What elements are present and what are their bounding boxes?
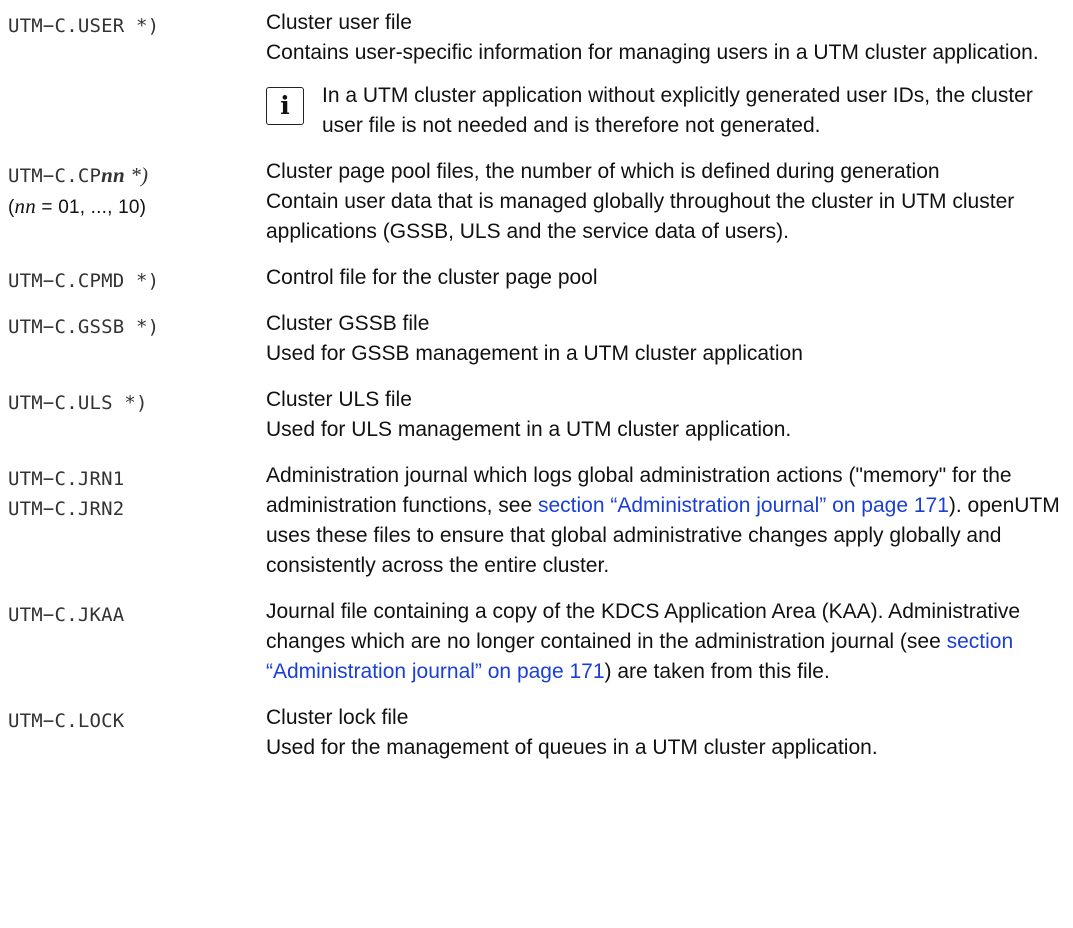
file-text: Used for ULS management in a UTM cluster… bbox=[266, 418, 792, 441]
file-name: UTM−C.LOCK bbox=[8, 710, 125, 732]
file-description: Cluster user file Contains user-specific… bbox=[266, 8, 1063, 141]
file-entry-cpmd: UTM−C.CPMD *) Control file for the clust… bbox=[8, 263, 1063, 293]
note-text: In a UTM cluster application without exp… bbox=[322, 84, 1033, 137]
file-description: Journal file containing a copy of the KD… bbox=[266, 597, 1063, 687]
file-name-suffix: *) bbox=[124, 163, 149, 187]
file-name-2: UTM−C.JRN2 bbox=[8, 498, 125, 520]
file-name: UTM−C.USER *) bbox=[8, 15, 160, 37]
file-text: Used for the management of queues in a U… bbox=[266, 736, 878, 759]
file-entry-user: UTM−C.USER *) Cluster user file Contains… bbox=[8, 8, 1063, 141]
info-icon: i bbox=[266, 87, 304, 125]
file-name: UTM−C.JRN1 UTM−C.JRN2 bbox=[8, 464, 258, 524]
file-text: Contains user-specific information for m… bbox=[266, 41, 1039, 64]
file-text: Administration journal which logs global… bbox=[266, 464, 1060, 577]
admin-journal-link[interactable]: section “Administration journal” on page… bbox=[538, 494, 949, 517]
file-text: Used for GSSB management in a UTM cluste… bbox=[266, 342, 803, 365]
file-title: Cluster page pool files, the number of w… bbox=[266, 160, 940, 183]
file-entry-uls: UTM−C.ULS *) Cluster ULS file Used for U… bbox=[8, 385, 1063, 445]
file-title: Cluster lock file bbox=[266, 706, 409, 729]
file-text: Contain user data that is managed global… bbox=[266, 190, 1015, 243]
file-title: Cluster GSSB file bbox=[266, 312, 430, 335]
file-text: Journal file containing a copy of the KD… bbox=[266, 600, 1021, 683]
file-entry-jkaa: UTM−C.JKAA Journal file containing a cop… bbox=[8, 597, 1063, 687]
file-description: Control file for the cluster page pool bbox=[266, 263, 1063, 293]
file-name: UTM−C.GSSB *) bbox=[8, 316, 160, 338]
file-description: Cluster page pool files, the number of w… bbox=[266, 157, 1063, 247]
document-page: UTM−C.USER *) Cluster user file Contains… bbox=[8, 8, 1063, 763]
file-entry-lock: UTM−C.LOCK Cluster lock file Used for th… bbox=[8, 703, 1063, 763]
file-description: Cluster ULS file Used for ULS management… bbox=[266, 385, 1063, 445]
file-name: UTM−C.CPnn *) (nn = 01, ..., 10) bbox=[8, 160, 258, 223]
file-description: Cluster GSSB file Used for GSSB manageme… bbox=[266, 309, 1063, 369]
file-title: Cluster user file bbox=[266, 11, 412, 34]
file-title: Cluster ULS file bbox=[266, 388, 412, 411]
file-number-range: (nn = 01, ..., 10) bbox=[8, 194, 147, 218]
file-entry-gssb: UTM−C.GSSB *) Cluster GSSB file Used for… bbox=[8, 309, 1063, 369]
file-name-variable: nn bbox=[101, 163, 125, 187]
file-description: Cluster lock file Used for the managemen… bbox=[266, 703, 1063, 763]
file-name: UTM−C.JKAA bbox=[8, 604, 125, 626]
file-name: UTM−C.ULS *) bbox=[8, 392, 148, 414]
file-entry-cpnn: UTM−C.CPnn *) (nn = 01, ..., 10) Cluster… bbox=[8, 157, 1063, 247]
file-name: UTM−C.CPMD *) bbox=[8, 270, 160, 292]
file-name-prefix: UTM−C.CP bbox=[8, 165, 102, 187]
file-name-1: UTM−C.JRN1 bbox=[8, 468, 125, 490]
file-description: Administration journal which logs global… bbox=[266, 461, 1063, 581]
file-title: Control file for the cluster page pool bbox=[266, 266, 598, 289]
file-entry-jrn: UTM−C.JRN1 UTM−C.JRN2 Administration jou… bbox=[8, 461, 1063, 581]
info-note: i In a UTM cluster application without e… bbox=[266, 81, 1063, 141]
